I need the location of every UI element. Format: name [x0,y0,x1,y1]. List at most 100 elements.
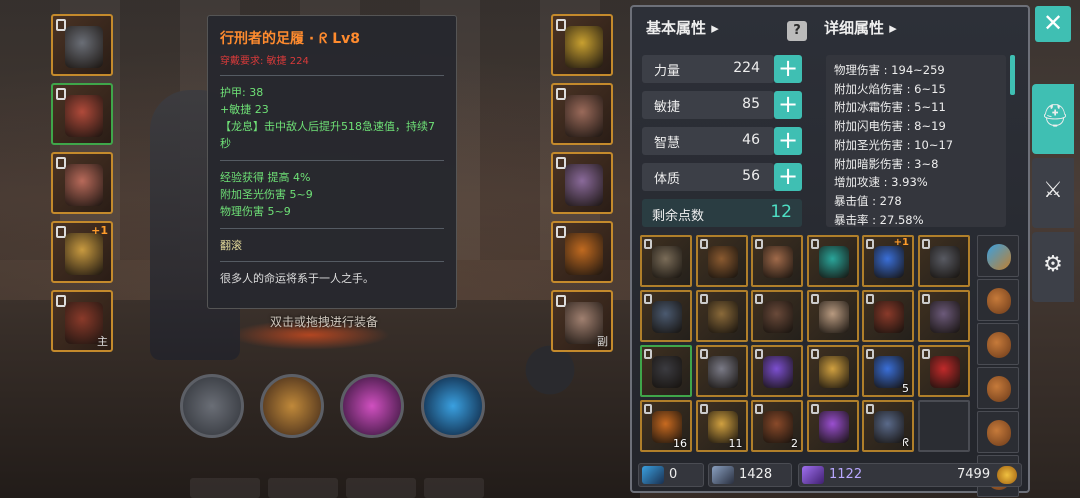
inventory-item[interactable] [806,400,859,452]
item-art [707,246,738,278]
add-stat-button[interactable]: + [774,127,802,155]
bonus-stat: 经验获得 提高 4% [220,171,311,184]
inventory-item[interactable]: 11 [695,400,748,452]
item-art [707,356,738,388]
divider [220,75,444,76]
remaining-points-label: 剩余点数 [652,209,705,224]
lock-icon [810,404,819,414]
lock-icon [644,349,652,359]
off-weapon-slot[interactable]: 副 [551,290,613,352]
stat-row: 智慧 46 [642,127,774,155]
dust-currency: 1428 [708,463,792,487]
hotbar-slot[interactable] [424,478,484,498]
inventory-item[interactable] [751,290,803,342]
bag-slot[interactable] [977,367,1019,409]
item-art [763,411,793,443]
inventory-item[interactable] [695,290,748,342]
bag-slot[interactable] [977,235,1019,277]
hotbar-slot[interactable] [346,478,416,498]
inventory-item[interactable] [862,290,914,342]
add-stat-button[interactable]: + [774,55,802,83]
inventory-item[interactable] [917,235,970,287]
bag-slot[interactable] [977,279,1019,321]
skill-dash-icon[interactable] [260,374,324,438]
slot-tag: 主 [97,335,108,348]
bag-slot[interactable] [977,411,1019,453]
inventory-item[interactable]: ᖇ [862,400,914,452]
stat-name: 体质 [654,172,681,187]
item-art [565,233,603,275]
inventory-item[interactable] [751,345,803,397]
help-icon[interactable]: ? [787,21,807,41]
inventory-item[interactable] [640,345,692,397]
armor-slot[interactable] [51,83,113,145]
lock-icon [866,349,874,359]
detail-attributes-list[interactable]: 物理伤害 : 194~259 附加火焰伤害 : 6~15 附加冰霜伤害 : 5~… [826,55,1006,227]
gem-value: 1122 [829,467,863,482]
detail-line: 附加火焰伤害 : 6~15 [834,81,946,96]
tab-settings[interactable]: ⚙ [1032,232,1074,302]
item-art [818,246,849,278]
necklace-slot[interactable] [551,14,613,76]
inventory-item[interactable] [917,290,970,342]
gloves-slot[interactable] [551,83,613,145]
lock-icon [810,294,819,304]
hotbar-slot[interactable] [268,478,338,498]
bag-slot[interactable] [977,323,1019,365]
lock-icon [699,404,708,414]
item-art [565,164,603,206]
stat-name: 敏捷 [654,100,681,115]
inventory-item[interactable] [806,290,859,342]
inventory-item[interactable] [917,400,970,452]
inventory-item[interactable] [640,235,692,287]
lock-icon [755,239,763,249]
ring-slot[interactable]: +1 [51,221,113,283]
skill-sword-icon[interactable] [180,374,244,438]
crystal-value: 0 [669,467,678,482]
lock-icon [866,294,874,304]
item-art [929,356,960,388]
close-button[interactable]: ✕ [1035,6,1071,42]
inventory-item[interactable]: 2 [751,400,803,452]
item-art [818,411,849,443]
lock-icon [699,239,708,249]
inventory-item[interactable]: +1 [862,235,914,287]
gem-gold-currency: 1122 7499 [798,463,1022,487]
detail-line: 附加冰霜伤害 : 5~11 [834,100,946,115]
inventory-item[interactable] [695,345,748,397]
base-stat: 护甲: 38 [220,86,264,99]
skill-slash-icon[interactable] [340,374,404,438]
inventory-item[interactable] [806,345,859,397]
skill-summon-icon[interactable] [421,374,485,438]
main-weapon-slot[interactable]: 主 [51,290,113,352]
item-art [763,246,793,278]
lock-icon [810,239,819,249]
boots-slot[interactable] [551,152,613,214]
item-art [929,246,960,278]
pouch-icon [987,244,1011,270]
inventory-item[interactable] [751,235,803,287]
ring2-slot[interactable] [551,221,613,283]
lock-icon [810,349,819,359]
item-art [652,246,682,278]
item-art [874,411,904,443]
add-stat-button[interactable]: + [774,163,802,191]
pants-slot[interactable] [51,152,113,214]
lock-icon [644,294,652,304]
tab-equipment[interactable]: ⛑ [1032,84,1074,154]
detail-scrollbar[interactable] [1010,55,1015,95]
item-quantity: 11 [728,437,743,450]
inventory-item[interactable] [640,290,692,342]
wheel-icon: ⚙ [1043,252,1063,277]
add-stat-button[interactable]: + [774,91,802,119]
helmet-slot[interactable] [51,14,113,76]
detail-attributes-title: 详细属性 ▸ [824,19,897,37]
inventory-item[interactable] [917,345,970,397]
inventory-item[interactable] [695,235,748,287]
inventory-item[interactable]: 16 [640,400,692,452]
hotbar-slot[interactable] [190,478,260,498]
item-requirement: 穿戴要求: 敏捷 224 [220,56,309,67]
inventory-item[interactable] [806,235,859,287]
inventory-item[interactable]: 5 [862,345,914,397]
tab-weapons[interactable]: ⚔ [1032,158,1074,228]
